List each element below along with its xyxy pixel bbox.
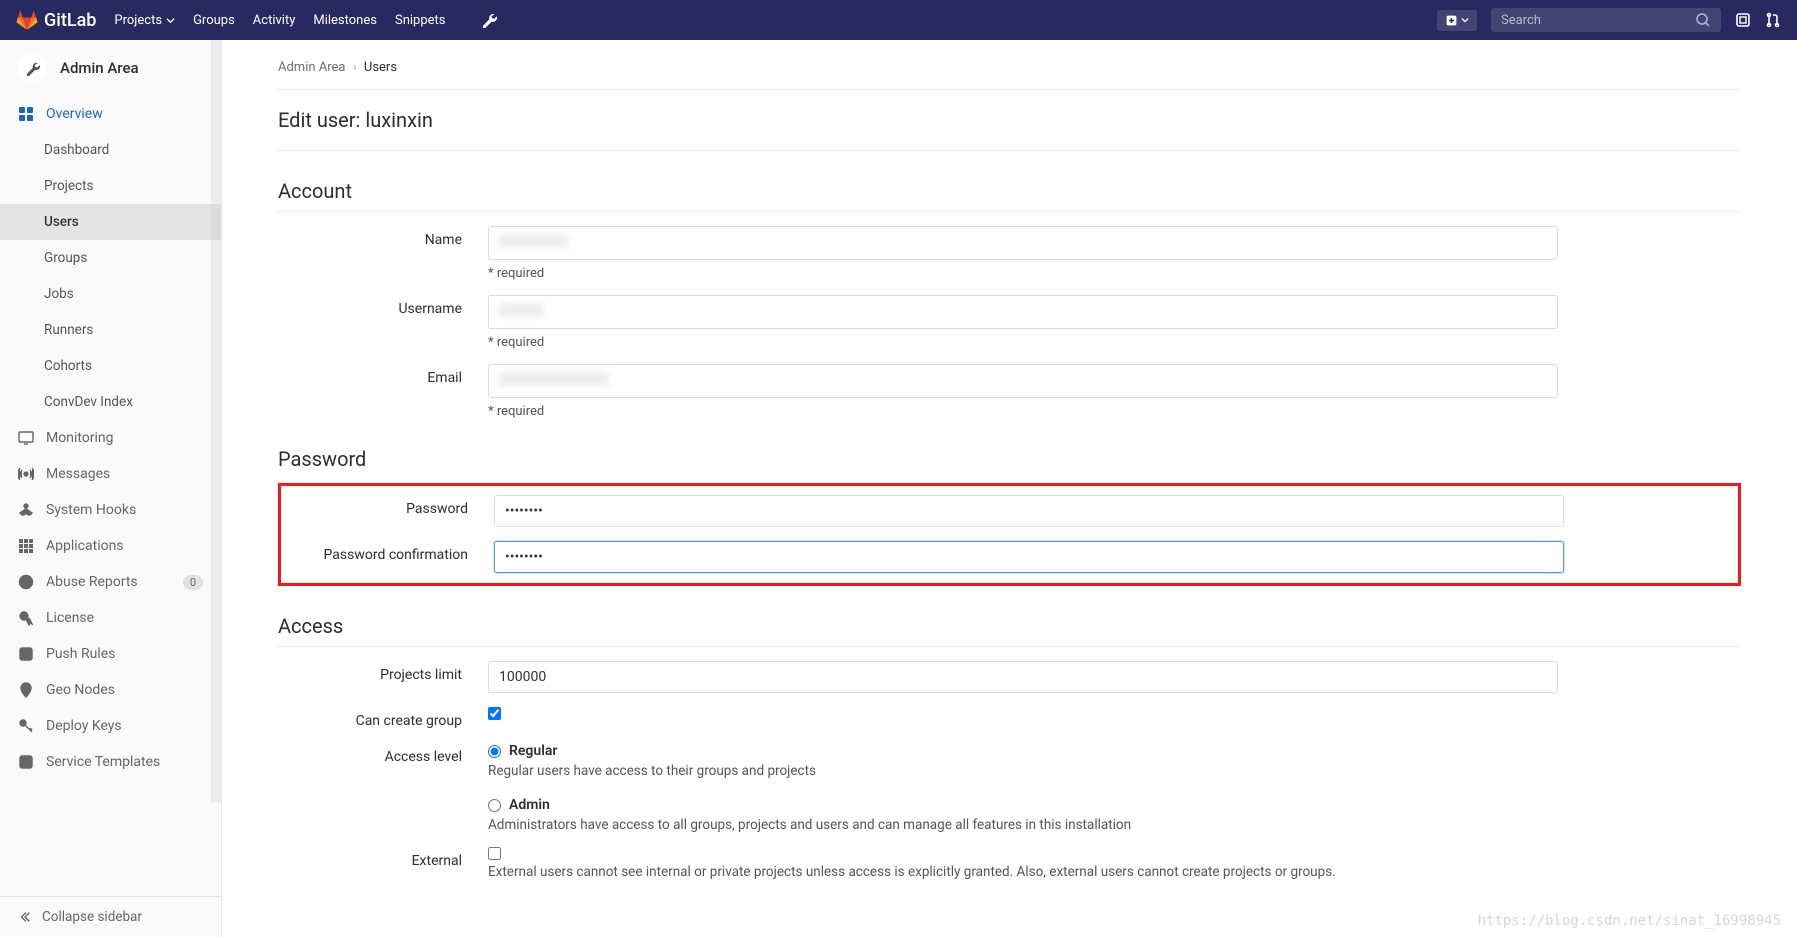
sidebar-runners[interactable]: Runners [0, 312, 221, 348]
chevron-down-icon [166, 16, 175, 25]
watermark: https://blog.csdn.net/sinat_16998945 [1478, 913, 1781, 929]
breadcrumb: Admin Area › Users [278, 54, 1741, 90]
sidebar-monitoring[interactable]: Monitoring [0, 420, 221, 456]
access-admin-label: Admin [509, 797, 550, 813]
wrench-icon [481, 12, 497, 28]
sidebar-cohorts[interactable]: Cohorts [0, 348, 221, 384]
access-admin-desc: Administrators have access to all groups… [488, 817, 1558, 833]
new-dropdown[interactable] [1437, 10, 1477, 31]
brand-name: GitLab [44, 10, 96, 31]
search-icon [1695, 12, 1711, 28]
breadcrumb-sep: › [353, 60, 357, 75]
abuse-icon [18, 574, 34, 590]
sidebar-service-templates[interactable]: Service Templates [0, 744, 221, 780]
access-regular-label: Regular [509, 743, 557, 759]
sidebar-dashboard[interactable]: Dashboard [0, 132, 221, 168]
sidebar-push-rules[interactable]: Push Rules [0, 636, 221, 672]
nav-snippets[interactable]: Snippets [395, 13, 446, 28]
nav-right [1437, 8, 1781, 32]
license-icon [18, 610, 34, 626]
nav-projects[interactable]: Projects [114, 13, 175, 28]
sidebar-header[interactable]: Admin Area [0, 40, 221, 96]
brand-logo[interactable]: GitLab [16, 9, 96, 31]
label-external: External [278, 847, 488, 869]
search-input[interactable] [1501, 13, 1695, 28]
plus-icon [1445, 14, 1458, 27]
sidebar-abuse-reports[interactable]: Abuse Reports0 [0, 564, 221, 600]
sidebar-license[interactable]: License [0, 600, 221, 636]
label-access-level: Access level [278, 743, 488, 765]
label-projects-limit: Projects limit [278, 661, 488, 683]
sidebar-title: Admin Area [60, 59, 139, 77]
page-title: Edit user: luxinxin [278, 90, 1741, 151]
sidebar-users[interactable]: Users [0, 204, 221, 240]
sidebar-applications[interactable]: Applications [0, 528, 221, 564]
overview-icon [18, 106, 34, 122]
monitor-icon [18, 430, 34, 446]
broadcast-icon [18, 466, 34, 482]
section-password: Password [278, 447, 1741, 479]
search-box[interactable] [1491, 8, 1721, 32]
gitlab-icon [16, 9, 38, 31]
label-password-confirm: Password confirmation [284, 541, 494, 563]
nav-admin[interactable] [481, 12, 497, 28]
top-nav: GitLab Projects Groups Activity Mileston… [0, 0, 1797, 40]
key-icon [18, 718, 34, 734]
sidebar-overview[interactable]: Overview [0, 96, 221, 132]
scrollbar[interactable] [211, 40, 221, 937]
label-can-create-group: Can create group [278, 707, 488, 729]
issues-icon[interactable] [1735, 12, 1751, 28]
collapse-sidebar[interactable]: Collapse sidebar [0, 896, 221, 937]
access-regular-radio[interactable] [488, 745, 501, 758]
geo-icon [18, 682, 34, 698]
email-input[interactable] [488, 364, 1558, 398]
sidebar-projects[interactable]: Projects [0, 168, 221, 204]
collapse-icon [18, 910, 32, 924]
label-password: Password [284, 495, 494, 517]
wrench-icon [25, 61, 40, 76]
label-username: Username [278, 295, 488, 317]
section-access: Access [278, 614, 1741, 647]
password-input[interactable] [494, 495, 1564, 527]
merge-requests-icon[interactable] [1765, 12, 1781, 28]
password-confirm-input[interactable] [494, 541, 1564, 573]
sidebar-system-hooks[interactable]: System Hooks [0, 492, 221, 528]
username-input[interactable] [488, 295, 1558, 329]
sidebar-convdev[interactable]: ConvDev Index [0, 384, 221, 420]
apps-icon [18, 538, 34, 554]
breadcrumb-root[interactable]: Admin Area [278, 60, 346, 75]
email-required: * required [488, 404, 1558, 419]
password-highlight-box: Password Password confirmation [278, 483, 1741, 586]
nav-links: Projects Groups Activity Milestones Snip… [114, 12, 497, 28]
chevron-down-icon [1461, 16, 1469, 24]
sidebar-deploy-keys[interactable]: Deploy Keys [0, 708, 221, 744]
name-required: * required [488, 266, 1558, 281]
sidebar-jobs[interactable]: Jobs [0, 276, 221, 312]
username-required: * required [488, 335, 1558, 350]
name-input[interactable] [488, 226, 1558, 260]
hook-icon [18, 502, 34, 518]
sidebar-messages[interactable]: Messages [0, 456, 221, 492]
label-name: Name [278, 226, 488, 248]
can-create-group-checkbox[interactable] [488, 707, 501, 720]
section-account: Account [278, 179, 1741, 212]
template-icon [18, 754, 34, 770]
breadcrumb-current: Users [364, 60, 397, 75]
access-regular-desc: Regular users have access to their group… [488, 763, 1558, 779]
sidebar-geo-nodes[interactable]: Geo Nodes [0, 672, 221, 708]
nav-milestones[interactable]: Milestones [313, 13, 377, 28]
nav-activity[interactable]: Activity [253, 13, 296, 28]
main-content: Admin Area › Users Edit user: luxinxin A… [222, 40, 1797, 937]
push-rules-icon [18, 646, 34, 662]
nav-groups[interactable]: Groups [193, 13, 235, 28]
access-admin-radio[interactable] [488, 799, 501, 812]
sidebar: Admin Area Overview Dashboard Projects U… [0, 40, 222, 937]
projects-limit-input[interactable] [488, 661, 1558, 693]
label-email: Email [278, 364, 488, 386]
abuse-count-badge: 0 [183, 575, 203, 590]
external-checkbox[interactable] [488, 847, 501, 860]
sidebar-groups[interactable]: Groups [0, 240, 221, 276]
external-desc: External users cannot see internal or pr… [488, 864, 1558, 880]
